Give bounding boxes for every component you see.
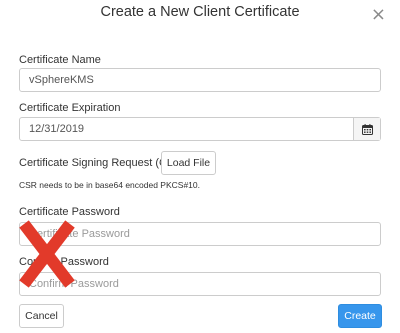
certificate-expiration-label: Certificate Expiration	[19, 102, 121, 114]
certificate-expiration-field	[19, 117, 381, 141]
certificate-name-label: Certificate Name	[19, 54, 101, 66]
certificate-expiration-input[interactable]	[20, 118, 353, 140]
create-button[interactable]: Create	[338, 304, 382, 328]
csr-help-text: CSR needs to be in base64 encoded PKCS#1…	[19, 180, 200, 190]
calendar-icon[interactable]	[353, 118, 380, 140]
certificate-name-input[interactable]	[19, 68, 381, 92]
cancel-button[interactable]: Cancel	[19, 304, 64, 328]
red-x-mark	[19, 220, 75, 288]
dialog-title: Create a New Client Certificate	[100, 4, 300, 20]
certificate-password-label: Certificate Password	[19, 206, 120, 218]
load-file-button[interactable]: Load File	[161, 151, 216, 175]
close-icon[interactable]: ×	[371, 6, 386, 24]
